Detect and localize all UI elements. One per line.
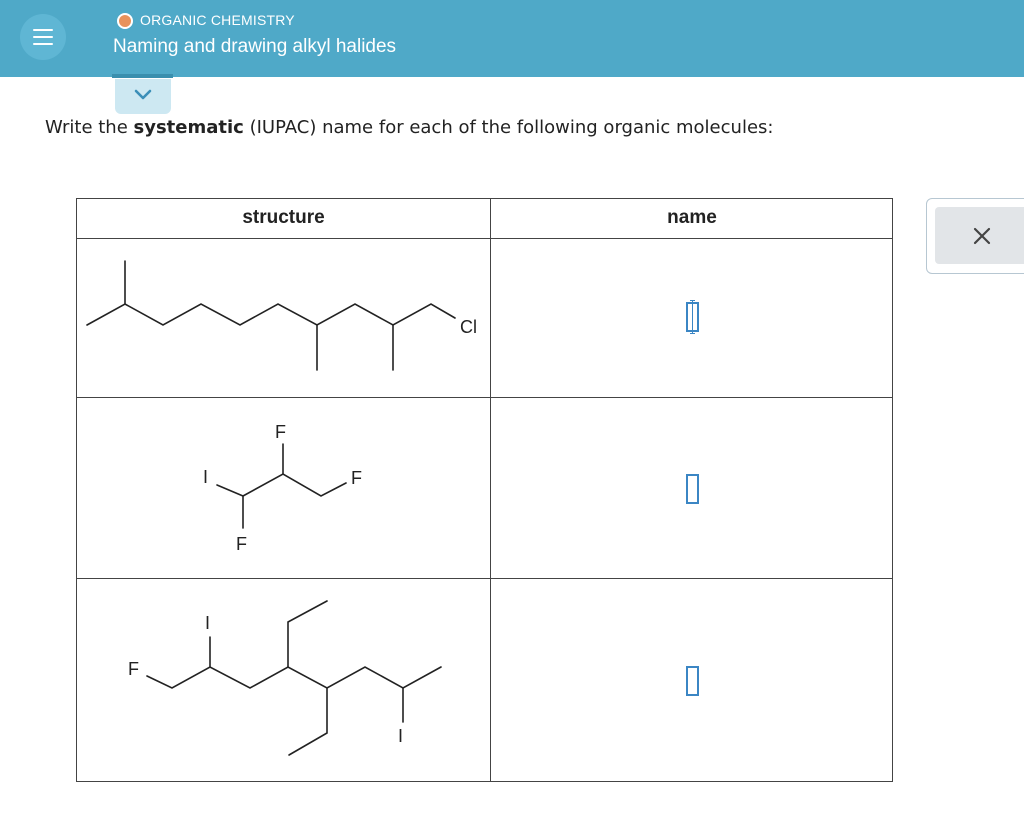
- atom-label-5: F: [236, 534, 247, 554]
- atom-label-1: Cl: [460, 317, 477, 337]
- atom-label-7: I: [205, 613, 210, 633]
- clear-button[interactable]: [935, 207, 1024, 264]
- molecule-3: [146, 600, 442, 756]
- atom-label-3: I: [203, 467, 208, 487]
- atom-label-4: F: [351, 468, 362, 488]
- molecule-2: [216, 443, 347, 529]
- atom-label-6: F: [128, 659, 139, 679]
- molecule-1: [86, 260, 456, 371]
- structures-drawing: Cl F I F F F I I: [86, 260, 477, 756]
- close-icon: [973, 227, 991, 245]
- atom-label-8: I: [398, 726, 403, 746]
- atom-label-2: F: [275, 422, 286, 442]
